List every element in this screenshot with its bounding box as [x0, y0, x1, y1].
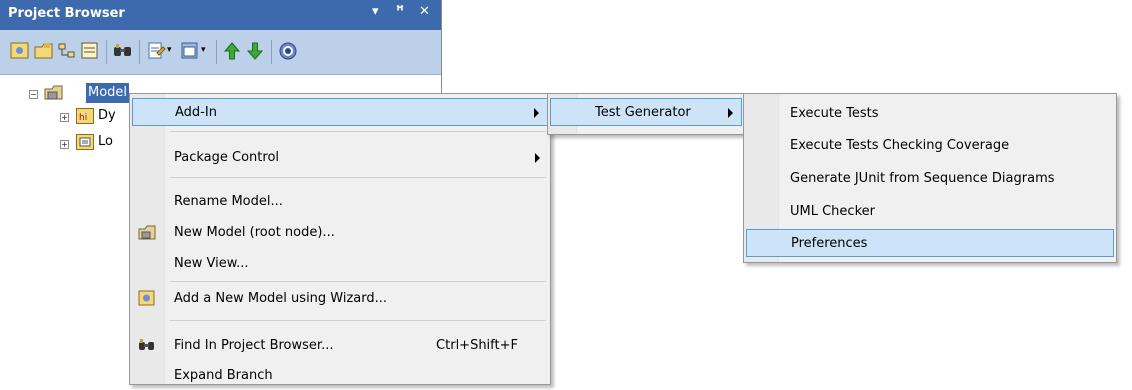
test-generator-submenu: Execute Tests Execute Tests Checking Cov… — [743, 93, 1117, 263]
menu-item-generate-junit[interactable]: Generate JUnit from Sequence Diagrams — [746, 165, 1114, 193]
model-root-icon — [44, 84, 64, 102]
menu-item-label: Preferences — [791, 236, 868, 251]
menu-item-rename-model[interactable]: Rename Model... — [132, 188, 548, 216]
panel-title-bar: Project Browser ▾ ꟸ ✕ — [0, 0, 441, 30]
expand-icon[interactable]: + — [60, 113, 69, 122]
menu-item-label: New View... — [174, 256, 249, 271]
menu-separator — [170, 281, 546, 282]
find-icon — [138, 337, 156, 354]
dynamic-view-icon: hi — [76, 108, 94, 124]
menu-item-label: Execute Tests — [790, 106, 879, 121]
move-down-icon[interactable] — [245, 41, 265, 61]
logical-view-icon — [76, 134, 94, 150]
new-model-icon[interactable] — [10, 41, 30, 61]
menu-item-label: Add-In — [175, 105, 217, 120]
menu-item-label: New Model (root node)... — [174, 225, 335, 240]
add-in-submenu: Test Generator — [547, 93, 745, 135]
menu-item-new-view[interactable]: New View... — [132, 250, 548, 278]
close-icon[interactable]: ✕ — [419, 4, 430, 19]
new-diagram-icon[interactable] — [57, 41, 77, 61]
panel-title: Project Browser — [8, 6, 125, 21]
panel-dropdown-icon[interactable]: ▾ — [372, 4, 379, 19]
panel-toolbar: ▾ ▾ — [0, 30, 441, 75]
menu-item-label: Execute Tests Checking Coverage — [790, 138, 1010, 153]
menu-item-label: Package Control — [174, 150, 280, 165]
collapse-icon[interactable]: − — [29, 90, 38, 99]
pin-icon[interactable]: ꟸ — [396, 4, 404, 19]
properties-icon[interactable] — [146, 41, 166, 61]
find-icon[interactable] — [113, 41, 133, 61]
tree-item-model[interactable]: Model — [86, 83, 130, 103]
move-up-icon[interactable] — [222, 41, 242, 61]
toolbar-separator — [216, 40, 217, 64]
menu-separator — [170, 177, 546, 178]
svg-text:hi: hi — [79, 113, 87, 123]
menu-item-label: Find In Project Browser... — [174, 338, 334, 353]
tree-item-label[interactable]: Lo — [98, 132, 113, 152]
menu-separator — [170, 131, 546, 132]
help-icon[interactable] — [278, 41, 298, 61]
menu-item-package-control[interactable]: Package Control — [132, 144, 548, 172]
tree-item-label[interactable]: Dy — [98, 106, 116, 126]
new-package-icon[interactable] — [34, 41, 54, 61]
view-dropdown-icon[interactable]: ▾ — [201, 45, 211, 65]
menu-item-label: UML Checker — [790, 204, 875, 219]
menu-item-find-in-project-browser[interactable]: Find In Project Browser... Ctrl+Shift+F — [132, 332, 548, 360]
toolbar-separator — [106, 40, 107, 64]
wizard-icon — [138, 290, 156, 307]
properties-dropdown-icon[interactable]: ▾ — [167, 45, 177, 65]
toolbar-separator — [271, 40, 272, 64]
menu-item-label: Test Generator — [595, 105, 691, 120]
context-menu: Add-In Package Control Rename Model... N… — [129, 93, 551, 385]
submenu-arrow-icon — [535, 153, 540, 163]
menu-item-add-model-wizard[interactable]: Add a New Model using Wizard... — [132, 285, 548, 313]
menu-item-shortcut: Ctrl+Shift+F — [436, 338, 518, 353]
menu-item-preferences[interactable]: Preferences — [746, 229, 1114, 257]
new-model-icon — [138, 224, 156, 241]
menu-item-execute-tests[interactable]: Execute Tests — [746, 100, 1114, 128]
menu-item-label: Expand Branch — [174, 368, 273, 383]
menu-item-add-in[interactable]: Add-In — [132, 98, 548, 126]
menu-item-test-generator[interactable]: Test Generator — [550, 98, 742, 126]
menu-item-execute-tests-coverage[interactable]: Execute Tests Checking Coverage — [746, 132, 1114, 160]
toolbar-separator — [139, 40, 140, 64]
menu-item-label: Add a New Model using Wizard... — [174, 291, 388, 306]
menu-item-uml-checker[interactable]: UML Checker — [746, 198, 1114, 226]
submenu-arrow-icon — [728, 108, 733, 118]
menu-item-label: Rename Model... — [174, 194, 283, 209]
new-element-icon[interactable] — [80, 41, 100, 61]
menu-separator — [170, 320, 546, 321]
menu-item-expand-branch[interactable]: Expand Branch — [132, 362, 548, 390]
menu-item-new-model[interactable]: New Model (root node)... — [132, 219, 548, 247]
submenu-arrow-icon — [534, 108, 539, 118]
view-icon[interactable] — [180, 41, 200, 61]
menu-item-label: Generate JUnit from Sequence Diagrams — [790, 171, 1055, 186]
expand-icon[interactable]: + — [60, 140, 69, 149]
